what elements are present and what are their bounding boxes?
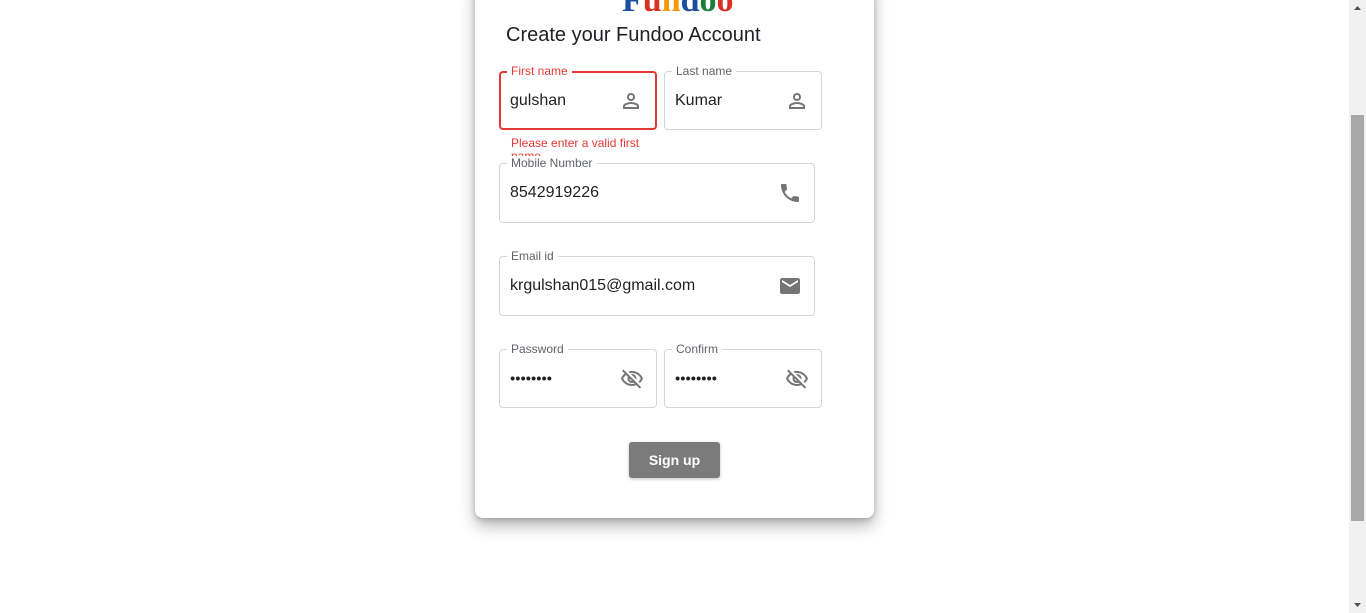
confirm-password-input[interactable]: ••••••••	[675, 370, 717, 387]
logo-letter: o	[716, 0, 734, 19]
signup-card: Fundoo Create your Fundoo Account First …	[475, 0, 874, 518]
visibility-off-icon[interactable]	[785, 367, 809, 391]
logo-letter: n	[661, 0, 681, 19]
person-icon	[623, 92, 639, 109]
first-name-input[interactable]: gulshan	[510, 92, 566, 110]
last-name-field[interactable]: Last name Kumar	[664, 64, 822, 130]
person-icon	[789, 92, 805, 109]
password-label: Password	[507, 342, 568, 356]
confirm-password-label: Confirm	[672, 342, 723, 356]
logo-letter: F	[622, 0, 643, 19]
first-name-label: First name	[507, 64, 572, 78]
password-field[interactable]: Password ••••••••	[499, 342, 657, 408]
scrollbar-thumb[interactable]	[1351, 115, 1364, 521]
scroll-up-arrow-icon[interactable]	[1349, 0, 1366, 17]
first-name-field[interactable]: First name gulshan	[499, 64, 657, 130]
visibility-off-icon[interactable]	[620, 367, 644, 391]
last-name-input[interactable]: Kumar	[675, 92, 722, 110]
password-input[interactable]: ••••••••	[510, 370, 552, 387]
email-input[interactable]: krgulshan015@gmail.com	[510, 277, 695, 295]
scroll-down-arrow-icon[interactable]	[1349, 596, 1366, 613]
logo-letter: d	[680, 0, 700, 19]
mobile-number-input[interactable]: 8542919226	[510, 184, 599, 202]
email-field[interactable]: Email id krgulshan015@gmail.com	[499, 249, 815, 316]
mobile-number-field[interactable]: Mobile Number 8542919226	[499, 156, 815, 223]
mail-icon	[780, 278, 800, 294]
confirm-password-field[interactable]: Confirm ••••••••	[664, 342, 822, 408]
mobile-number-label: Mobile Number	[507, 156, 597, 170]
vertical-scrollbar[interactable]	[1349, 0, 1366, 613]
page: Fundoo Create your Fundoo Account First …	[0, 0, 1366, 613]
page-title: Create your Fundoo Account	[506, 24, 761, 46]
phone-icon	[781, 184, 799, 202]
last-name-label: Last name	[672, 64, 737, 78]
logo-letter: u	[642, 0, 662, 19]
fundoo-logo: Fundoo	[622, 0, 734, 18]
email-label: Email id	[507, 249, 558, 263]
logo-letter: o	[699, 0, 717, 19]
signup-button[interactable]: Sign up	[629, 442, 720, 478]
